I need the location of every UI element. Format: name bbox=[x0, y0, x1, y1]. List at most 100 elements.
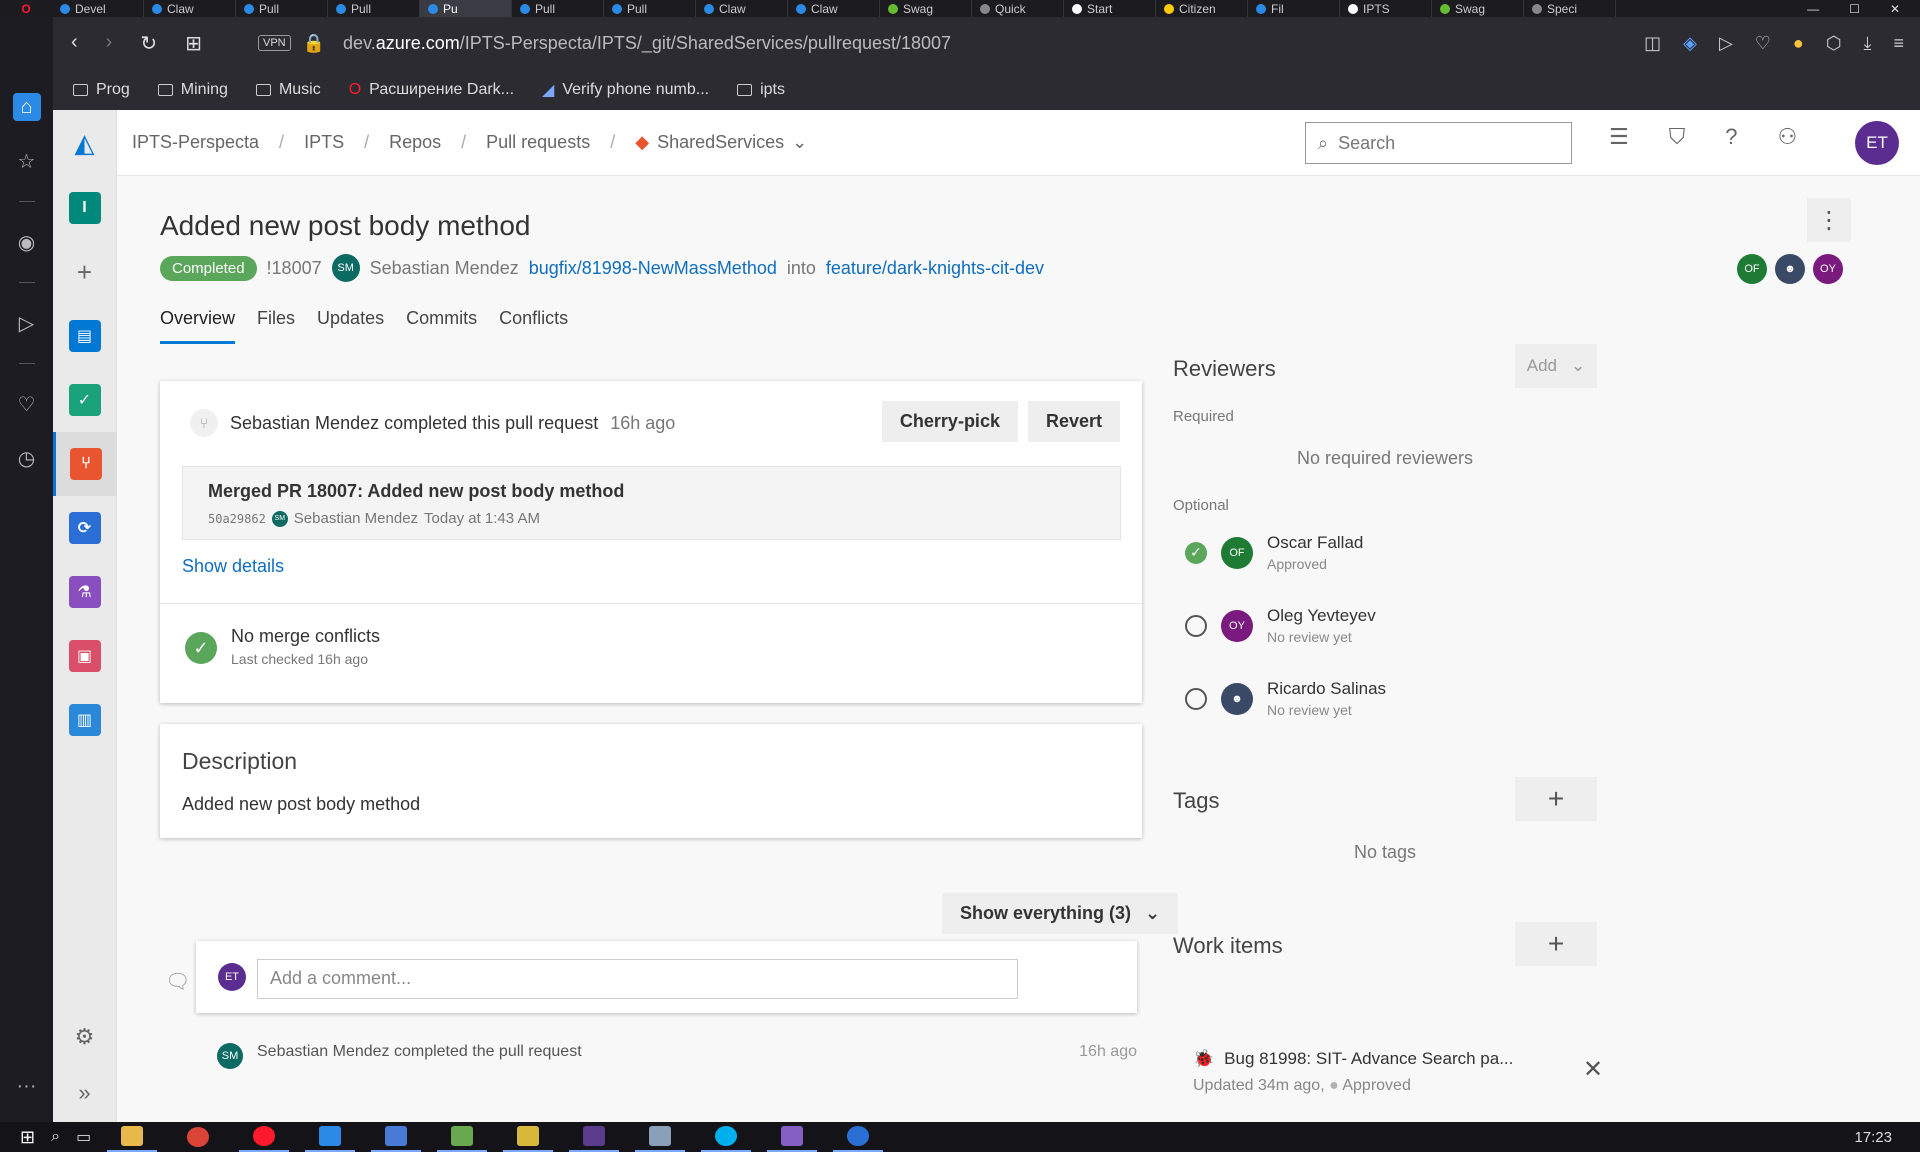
browser-tab[interactable]: Pull bbox=[236, 0, 328, 17]
vpn-badge[interactable]: VPN bbox=[258, 35, 291, 51]
browser-tab[interactable]: Pu bbox=[420, 0, 512, 17]
taskbar-app-6[interactable] bbox=[635, 1122, 686, 1152]
task-view-icon[interactable]: ▭ bbox=[76, 1127, 91, 1147]
expand-icon[interactable]: » bbox=[78, 1080, 90, 1106]
comment-input[interactable]: Add a comment... bbox=[257, 959, 1018, 999]
taskbar-explorer[interactable] bbox=[107, 1122, 158, 1152]
browser-tab[interactable]: Swag bbox=[1432, 0, 1524, 17]
forward-icon[interactable]: › bbox=[106, 31, 113, 56]
help-icon[interactable]: ? bbox=[1725, 124, 1737, 150]
taskbar-chrome[interactable] bbox=[173, 1122, 223, 1152]
bookmark-prog[interactable]: Prog bbox=[73, 81, 130, 99]
nav-artifacts[interactable]: ▣ bbox=[53, 624, 117, 688]
browser-tab[interactable]: Swag bbox=[880, 0, 972, 17]
taskbar-app-2[interactable] bbox=[371, 1122, 422, 1152]
player-icon[interactable]: ▷ bbox=[13, 309, 41, 337]
user-avatar[interactable]: ET bbox=[1855, 121, 1899, 165]
bookmark-dark-extension[interactable]: O Расширение Dark... bbox=[349, 81, 514, 99]
nav-repos[interactable]: ⑂ bbox=[52, 432, 117, 496]
taskbar-opera[interactable] bbox=[239, 1122, 290, 1152]
shopping-bag-icon[interactable]: ⛉ bbox=[1669, 124, 1686, 150]
opera-logo-icon[interactable]: O bbox=[0, 0, 52, 17]
browser-tab[interactable]: Claw bbox=[788, 0, 880, 17]
taskbar-app-5[interactable] bbox=[569, 1122, 620, 1152]
source-branch-link[interactable]: bugfix/81998-NewMassMethod bbox=[529, 258, 777, 279]
back-icon[interactable]: ‹ bbox=[71, 31, 78, 56]
heart-icon[interactable]: ♡ bbox=[13, 390, 41, 418]
bulb-icon[interactable]: ● bbox=[1793, 33, 1804, 54]
gear-icon[interactable]: ⚙ bbox=[75, 1024, 95, 1050]
reviewer-item[interactable]: OY Oleg Yevteyev No review yet bbox=[1185, 606, 1376, 645]
browser-tab[interactable]: Devel bbox=[52, 0, 144, 17]
commit-hash[interactable]: 50a29862 bbox=[208, 512, 266, 526]
reload-icon[interactable]: ↻ bbox=[140, 31, 157, 56]
history-icon[interactable]: ◷ bbox=[13, 444, 41, 472]
send-icon[interactable]: ▷ bbox=[1719, 33, 1733, 54]
taskbar-app-7[interactable] bbox=[833, 1122, 884, 1152]
breadcrumb-project[interactable]: IPTS bbox=[304, 132, 344, 153]
minimize-icon[interactable]: — bbox=[1807, 2, 1819, 16]
author-avatar[interactable]: SM bbox=[331, 254, 360, 282]
more-actions-button[interactable]: ⋮ bbox=[1807, 198, 1851, 242]
browser-tab[interactable]: Claw bbox=[696, 0, 788, 17]
taskbar-clock[interactable]: 17:23 bbox=[1854, 1129, 1920, 1146]
tab-updates[interactable]: Updates bbox=[317, 308, 384, 344]
windows-start-icon[interactable]: ⊞ bbox=[20, 1127, 35, 1148]
maximize-icon[interactable]: ☐ bbox=[1849, 2, 1860, 16]
star-icon[interactable]: ☆ bbox=[13, 147, 41, 175]
reviewer-avatar[interactable]: ☻ bbox=[1775, 254, 1805, 284]
reviewer-avatar[interactable]: OF bbox=[1737, 254, 1767, 284]
taskbar-app-1[interactable] bbox=[305, 1122, 356, 1152]
revert-button[interactable]: Revert bbox=[1027, 401, 1120, 442]
taskbar-app-3[interactable] bbox=[437, 1122, 488, 1152]
browser-tab[interactable]: Quick bbox=[972, 0, 1064, 17]
show-details-link[interactable]: Show details bbox=[182, 556, 284, 577]
azure-devops-logo-icon[interactable]: ◭ bbox=[75, 110, 95, 176]
shield-icon[interactable]: ◈ bbox=[1683, 33, 1697, 54]
user-settings-icon[interactable]: ⚇ bbox=[1778, 124, 1798, 150]
add-tag-button[interactable]: + bbox=[1515, 777, 1597, 821]
browser-tab[interactable]: Speci bbox=[1524, 0, 1616, 17]
menu-icon[interactable]: ≡ bbox=[1893, 33, 1904, 54]
bookmark-verify-phone[interactable]: ◢ Verify phone numb... bbox=[542, 80, 709, 100]
merge-commit-box[interactable]: Merged PR 18007: Added new post body met… bbox=[182, 466, 1121, 540]
bookmark-music[interactable]: Music bbox=[255, 81, 321, 99]
tab-commits[interactable]: Commits bbox=[406, 308, 477, 344]
bookmark-ipts[interactable]: ipts bbox=[737, 81, 785, 99]
home-icon[interactable]: ⌂ bbox=[12, 93, 41, 121]
cherry-pick-button[interactable]: Cherry-pick bbox=[881, 401, 1018, 442]
nav-boards[interactable]: ▤ bbox=[53, 304, 117, 368]
nav-project-overview[interactable]: I bbox=[53, 176, 117, 240]
more-icon[interactable]: ··· bbox=[17, 1075, 37, 1098]
browser-tab[interactable]: Claw bbox=[144, 0, 236, 17]
download-icon[interactable]: ⤓ bbox=[1864, 33, 1872, 54]
add-work-item-button[interactable]: + bbox=[1515, 922, 1597, 966]
breadcrumb-pull-requests[interactable]: Pull requests bbox=[486, 132, 590, 153]
list-icon[interactable]: ☰ bbox=[1609, 124, 1629, 150]
taskbar-app-4[interactable] bbox=[503, 1122, 554, 1152]
browser-tab[interactable]: Pull bbox=[512, 0, 604, 17]
tab-files[interactable]: Files bbox=[257, 308, 295, 344]
tab-overview[interactable]: Overview bbox=[160, 308, 236, 344]
nav-new[interactable]: + bbox=[53, 240, 117, 304]
reviewer-avatar[interactable]: OY bbox=[1813, 254, 1843, 284]
bookmark-mining[interactable]: Mining bbox=[157, 81, 228, 99]
target-branch-link[interactable]: feature/dark-knights-cit-dev bbox=[826, 258, 1044, 279]
camera-icon[interactable]: ◫ bbox=[1644, 33, 1661, 54]
close-window-icon[interactable]: ✕ bbox=[1890, 2, 1900, 16]
search-input[interactable]: ⌕ Search bbox=[1305, 122, 1572, 164]
add-reviewer-button[interactable]: Add ⌄ bbox=[1515, 344, 1597, 388]
browser-tab[interactable]: IPTS bbox=[1340, 0, 1432, 17]
breadcrumb-repo[interactable]: ◆ SharedServices ⌄ bbox=[635, 132, 807, 153]
taskbar-skype[interactable] bbox=[701, 1122, 752, 1152]
cube-icon[interactable]: ⬡ bbox=[1826, 33, 1842, 54]
url-field[interactable]: dev.azure.com/IPTS-Perspecta/IPTS/_git/S… bbox=[343, 33, 951, 54]
nav-test-plans-board[interactable]: ✓ bbox=[53, 368, 117, 432]
tab-conflicts[interactable]: Conflicts bbox=[499, 308, 568, 344]
work-item[interactable]: 🐞 Bug 81998: SIT- Advance Search pa... Up… bbox=[1193, 1049, 1613, 1095]
heart-icon[interactable]: ♡ bbox=[1755, 33, 1771, 54]
reviewer-item[interactable]: ☻ Ricardo Salinas No review yet bbox=[1185, 679, 1386, 718]
messenger-icon[interactable]: ◉ bbox=[13, 228, 41, 256]
browser-tab[interactable]: Pull bbox=[604, 0, 696, 17]
reviewer-item[interactable]: ✓ OF Oscar Fallad Approved bbox=[1185, 533, 1363, 572]
